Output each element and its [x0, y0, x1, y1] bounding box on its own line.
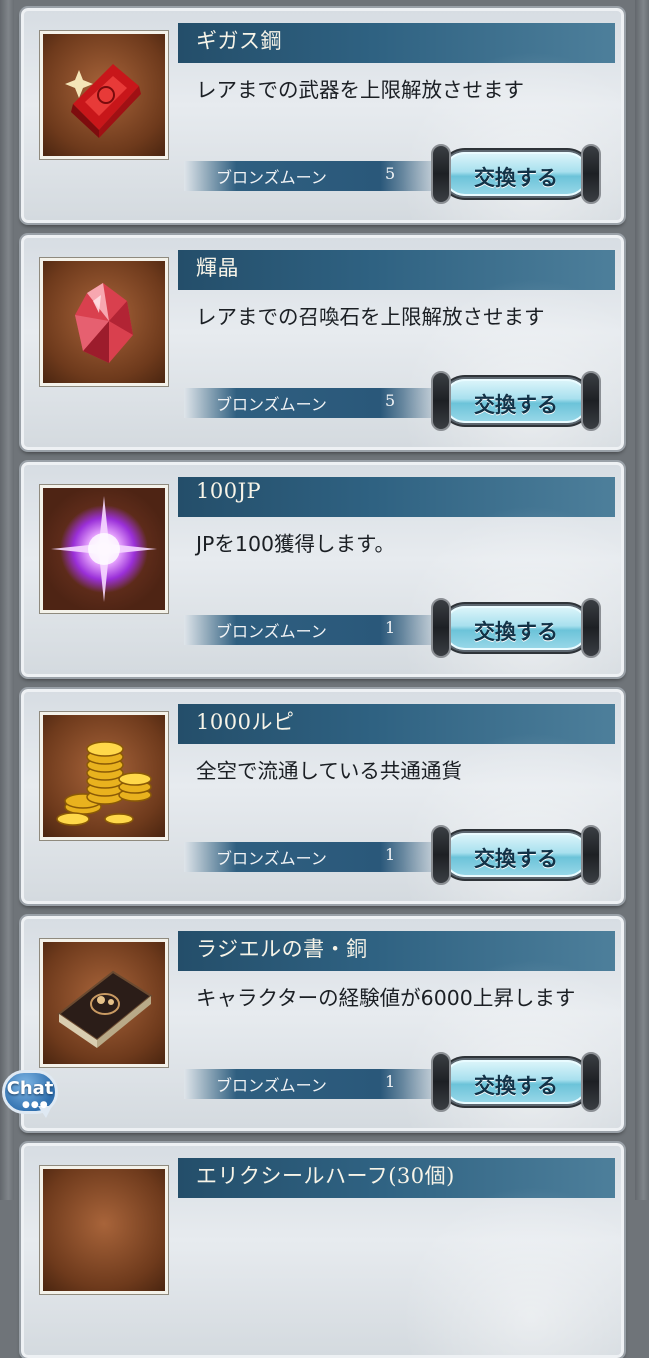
- item-description: 全空で流通している共通通貨: [196, 759, 462, 783]
- cost-count: 1: [385, 845, 396, 864]
- item-title: 100JP: [196, 479, 262, 503]
- cost-currency: ブロンズムーン: [216, 849, 327, 868]
- chat-button[interactable]: Chat ●●●: [0, 1066, 62, 1122]
- red-crystal-icon: [40, 258, 168, 386]
- cost-count: 1: [385, 1072, 396, 1091]
- item-title: 輝晶: [196, 256, 239, 280]
- exchange-button[interactable]: 交換する: [429, 142, 603, 206]
- exchange-item-card: ラジエルの書・銅 キャラクターの経験値が6000上昇します ブロンズムーン 1 …: [21, 916, 624, 1131]
- item-title: ギガス鋼: [196, 29, 282, 53]
- exchange-item-card: エリクシールハーフ(30個): [21, 1143, 624, 1358]
- item-description: キャラクターの経験値が6000上昇します: [196, 986, 576, 1010]
- item-title: ラジエルの書・銅: [196, 937, 368, 961]
- exchange-button-label: 交換する: [474, 847, 558, 871]
- item-description: JPを100獲得します。: [196, 532, 395, 556]
- cost-count: 1: [385, 618, 396, 637]
- cost-currency: ブロンズムーン: [216, 622, 327, 641]
- purple-orb-icon: [40, 485, 168, 613]
- cost-currency: ブロンズムーン: [216, 395, 327, 414]
- item-title: エリクシールハーフ(30個): [196, 1164, 455, 1188]
- red-ingot-icon: [40, 31, 168, 159]
- exchange-item-card: 輝晶 レアまでの召喚石を上限解放させます ブロンズムーン 5 交換する: [21, 235, 624, 450]
- cost-count: 5: [385, 391, 396, 410]
- title-bar: [178, 250, 615, 290]
- chat-label: Chat: [6, 1078, 54, 1099]
- exchange-button-label: 交換する: [474, 620, 558, 644]
- right-rail: [635, 0, 649, 1200]
- gold-coins-icon: [40, 712, 168, 840]
- item-description: レアまでの武器を上限解放させます: [196, 78, 524, 102]
- exchange-button-label: 交換する: [474, 166, 558, 190]
- exchange-button[interactable]: 交換する: [429, 1050, 603, 1114]
- item-icon: [40, 1166, 168, 1294]
- exchange-button-label: 交換する: [474, 393, 558, 417]
- cost-currency: ブロンズムーン: [216, 1076, 327, 1095]
- cost-count: 5: [385, 164, 396, 183]
- left-rail: [0, 0, 14, 1200]
- book-icon: [40, 939, 168, 1067]
- item-title: 1000ルピ: [196, 710, 295, 734]
- cost-currency: ブロンズムーン: [216, 168, 327, 187]
- exchange-button[interactable]: 交換する: [429, 596, 603, 660]
- item-description: レアまでの召喚石を上限解放させます: [196, 305, 545, 329]
- exchange-button-label: 交換する: [474, 1074, 558, 1098]
- exchange-button[interactable]: 交換する: [429, 823, 603, 887]
- exchange-item-card: 100JP JPを100獲得します。 ブロンズムーン 1 交換する: [21, 462, 624, 677]
- exchange-item-card: ギガス鋼 レアまでの武器を上限解放させます ブロンズムーン 5 交換する: [21, 8, 624, 223]
- exchange-item-card: 1000ルピ 全空で流通している共通通貨 ブロンズムーン 1 交換する: [21, 689, 624, 904]
- exchange-button[interactable]: 交換する: [429, 369, 603, 433]
